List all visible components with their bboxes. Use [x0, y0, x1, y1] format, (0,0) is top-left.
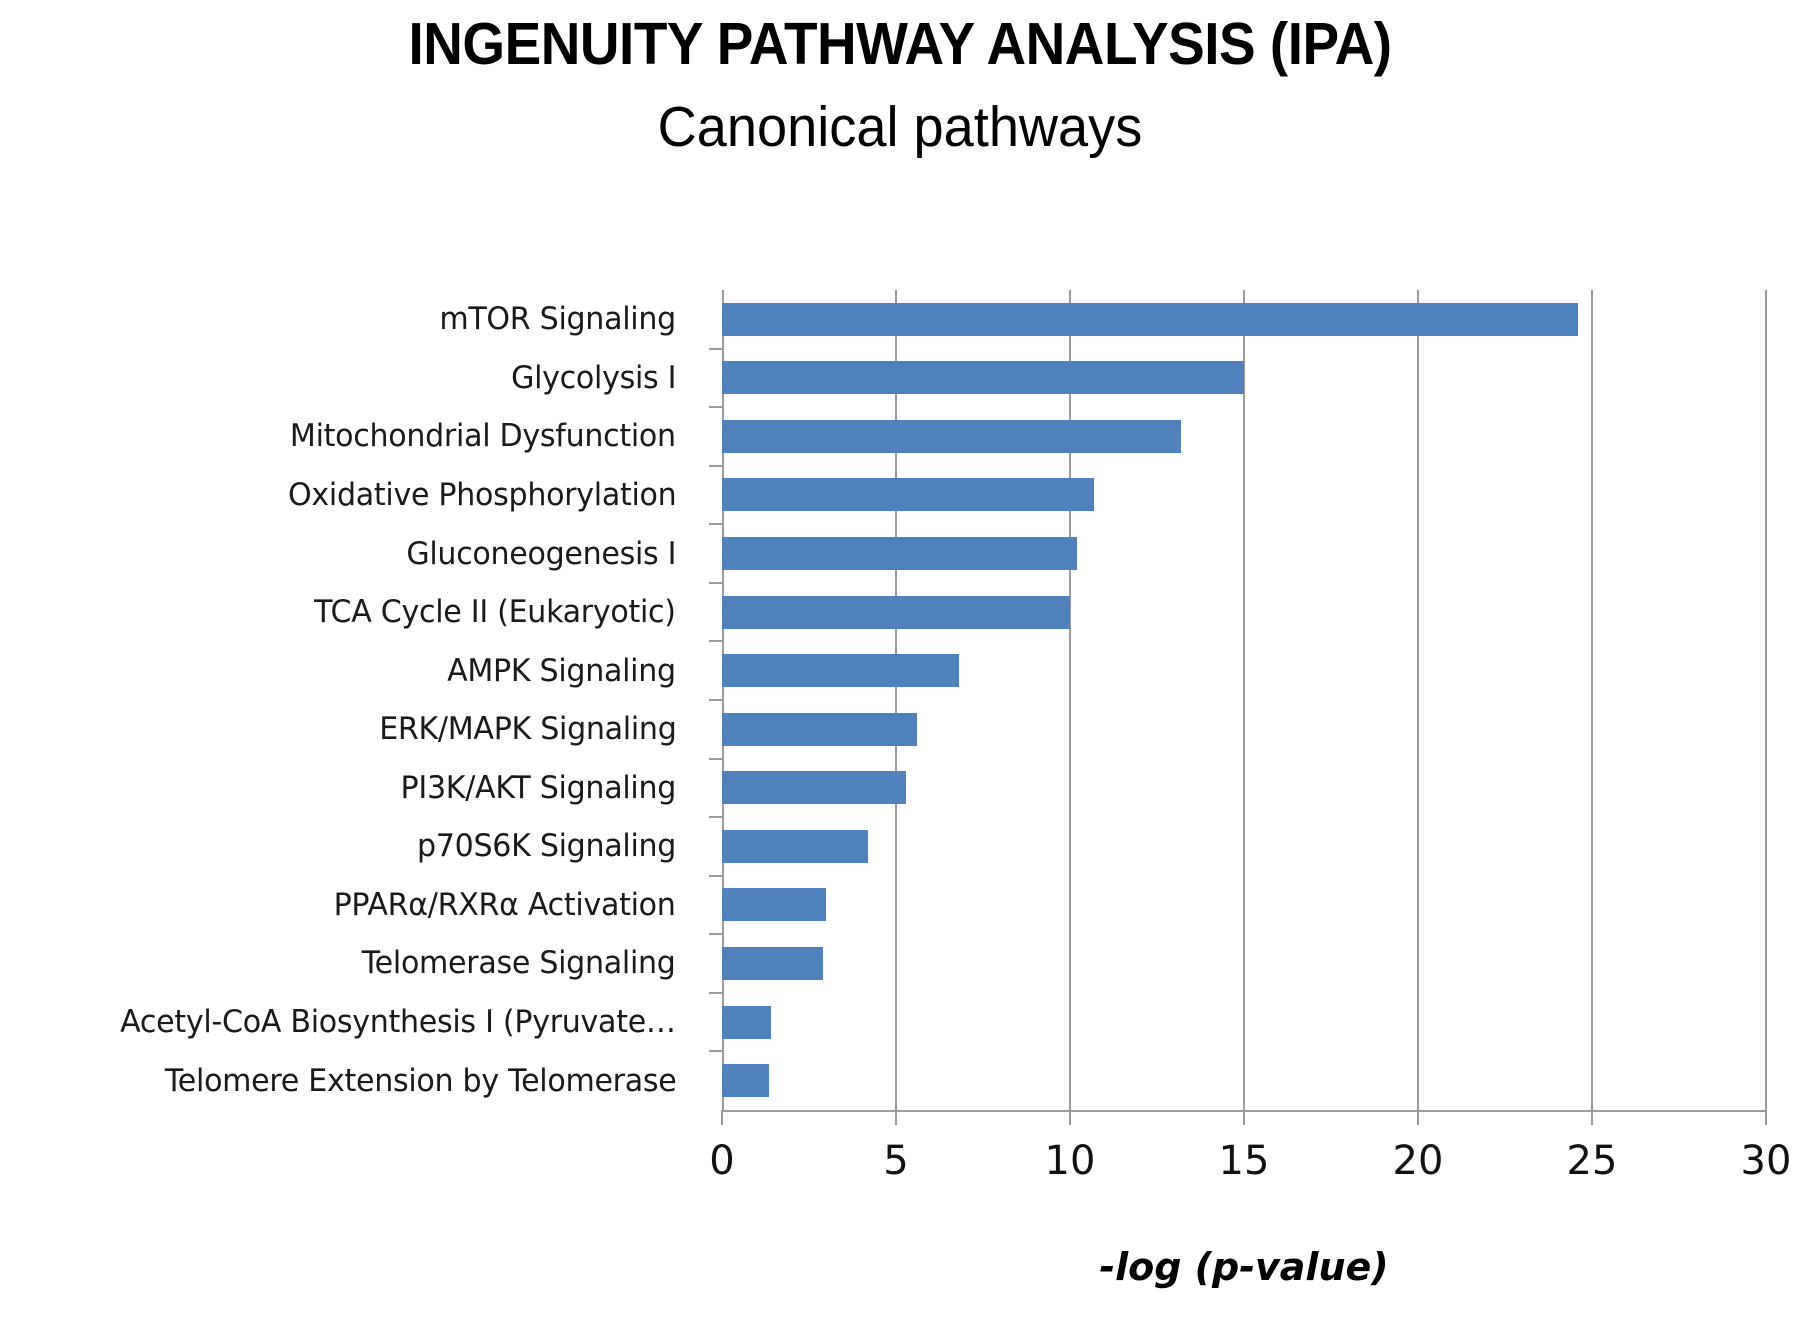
y-tick-mark [709, 816, 722, 819]
bar [722, 537, 1077, 571]
category-label: ERK/MAPK Signaling [378, 711, 677, 748]
bar-row: Oxidative Phosphorylation [288, 466, 1766, 525]
y-tick-mark [709, 523, 722, 526]
bar [722, 361, 1244, 395]
x-tick-mark [721, 1110, 723, 1125]
bar-row: PI3K/AKT Signaling [401, 759, 1766, 818]
x-tick-mark [1765, 1110, 1767, 1125]
bar [722, 888, 827, 922]
x-axis-title: -log (p-value) [1099, 1245, 1389, 1289]
x-tick-label: 20 [1392, 1138, 1444, 1184]
bar-row: Glycolysis I [511, 349, 1766, 408]
bar [722, 829, 869, 863]
bar-row: Gluconeogenesis I [406, 524, 1766, 583]
bar-row: TCA Cycle II (Eukaryotic) [314, 583, 1766, 642]
category-label: Mitochondrial Dysfunction [290, 418, 676, 455]
bar [722, 654, 959, 688]
bar [722, 771, 907, 805]
y-tick-mark [709, 581, 722, 584]
category-label: Gluconeogenesis I [406, 535, 676, 572]
x-tick-mark [1591, 1110, 1593, 1125]
category-label: Telomere Extension by Telomerase [164, 1062, 676, 1099]
bar [722, 946, 823, 980]
y-tick-mark [709, 757, 722, 760]
x-tick-mark [1069, 1110, 1071, 1125]
bar-row: Mitochondrial Dysfunction [290, 407, 1766, 466]
bar [722, 478, 1095, 512]
y-tick-mark [709, 699, 722, 701]
bar [722, 595, 1070, 629]
x-tick-mark [1417, 1110, 1419, 1125]
category-label: mTOR Signaling [439, 301, 676, 338]
y-tick-mark [709, 1050, 722, 1053]
category-label: PI3K/AKT Signaling [400, 769, 677, 806]
bar-row: Telomere Extension by Telomerase [164, 1051, 1766, 1110]
x-tick-label: 0 [709, 1138, 735, 1184]
category-label: AMPK Signaling [447, 652, 676, 689]
y-tick-mark [709, 874, 722, 877]
category-label: Acetyl-CoA Biosynthesis I (Pyruvate… [120, 1004, 676, 1041]
bar [722, 1005, 771, 1039]
plot-area: mTOR Signaling Glycolysis I Mitochondrial … [120, 290, 1791, 1184]
x-tick-label: 30 [1740, 1138, 1792, 1184]
bar-row: Acetyl-CoA Biosynthesis I (Pyruvate… [120, 993, 1766, 1052]
x-tick-label: 5 [883, 1138, 909, 1184]
bar [722, 712, 917, 746]
x-tick-label: 15 [1218, 1138, 1270, 1184]
x-tick-label: 25 [1566, 1138, 1618, 1184]
x-tick-mark [895, 1110, 897, 1125]
bar-row: ERK/MAPK Signaling [379, 700, 1766, 759]
y-tick-mark [709, 933, 722, 936]
bar-row: AMPK Signaling [447, 641, 1766, 700]
y-tick-mark [709, 406, 722, 409]
y-tick-mark [709, 464, 722, 467]
bar-rows: mTOR Signaling Glycolysis I Mitochondrial … [120, 290, 1766, 1110]
category-label: Oxidative Phosphorylation [287, 476, 677, 513]
y-tick-mark [709, 347, 722, 350]
bar-row: mTOR Signaling [439, 290, 1766, 349]
x-tick-label: 10 [1044, 1138, 1096, 1184]
bar [722, 1064, 769, 1098]
bar-row: p70S6K Signaling [417, 817, 1766, 876]
category-label: p70S6K Signaling [416, 828, 676, 865]
y-tick-mark [709, 991, 722, 994]
category-label: Telomerase Signaling [362, 945, 676, 982]
bar-row: Telomerase Signaling [362, 934, 1766, 993]
category-label: PPARα/RXRα Activation [334, 886, 676, 923]
bar-chart: mTOR Signaling Glycolysis I Mitochondrial … [0, 0, 1800, 1325]
category-label: Glycolysis I [510, 359, 676, 396]
x-tick-mark [1243, 1110, 1245, 1125]
y-tick-mark [709, 640, 722, 643]
bar-row: PPARα/RXRα Activation [334, 876, 1766, 935]
bar [722, 419, 1182, 453]
bar [722, 302, 1579, 336]
category-label: TCA Cycle II (Eukaryotic) [314, 594, 676, 631]
